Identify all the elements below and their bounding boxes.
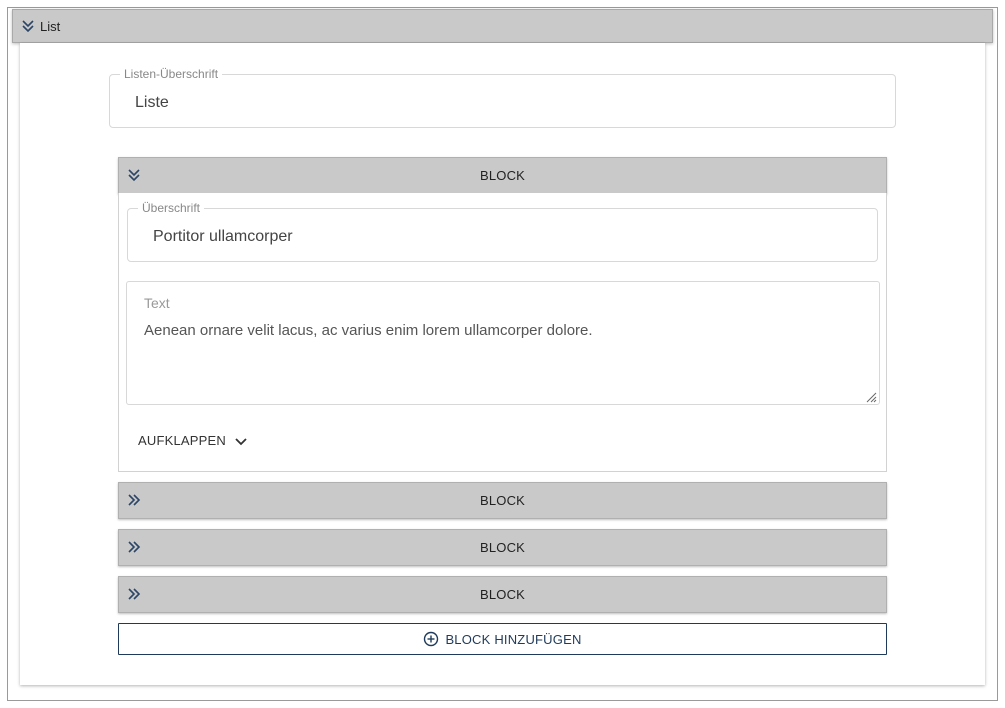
resize-handle-icon[interactable] xyxy=(865,390,877,403)
block-header-4[interactable]: BLOCK xyxy=(118,576,887,613)
block-header-label: BLOCK xyxy=(479,587,526,602)
chevron-down-icon xyxy=(234,435,248,449)
block-text-label: Text xyxy=(144,295,170,311)
block-text-input[interactable]: Aenean ornare velit lacus, ac varius eni… xyxy=(144,322,593,339)
list-heading-label: Listen-Überschrift xyxy=(124,67,219,81)
block-heading-label: Überschrift xyxy=(142,201,201,215)
block-text-field[interactable]: Text Aenean ornare velit lacus, ac variu… xyxy=(126,281,880,405)
expand-toggle-button[interactable]: AUFKLAPPEN xyxy=(138,430,248,450)
expand-toggle-label: AUFKLAPPEN xyxy=(138,432,226,448)
block-header-label: BLOCK xyxy=(479,540,526,555)
double-chevron-down-icon[interactable] xyxy=(21,19,35,33)
list-header[interactable]: List xyxy=(12,9,993,43)
list-header-title: List xyxy=(40,18,61,34)
block-header-1[interactable]: BLOCK xyxy=(118,157,887,194)
plus-circle-icon xyxy=(423,631,439,647)
double-chevron-down-icon[interactable] xyxy=(127,168,141,182)
block-header-label: BLOCK xyxy=(479,493,526,508)
list-heading-input[interactable]: Liste xyxy=(135,94,169,112)
block-heading-input[interactable]: Portitor ullamcorper xyxy=(153,228,293,246)
add-block-button[interactable]: BLOCK HINZUFÜGEN xyxy=(118,623,887,655)
block-header-2[interactable]: BLOCK xyxy=(118,482,887,519)
double-chevron-right-icon[interactable] xyxy=(127,540,141,554)
block-header-3[interactable]: BLOCK xyxy=(118,529,887,566)
double-chevron-right-icon[interactable] xyxy=(127,587,141,601)
add-block-label: BLOCK HINZUFÜGEN xyxy=(445,631,582,647)
block-header-label: BLOCK xyxy=(479,168,526,183)
double-chevron-right-icon[interactable] xyxy=(127,493,141,507)
list-heading-field[interactable]: Listen-Überschrift xyxy=(109,68,896,128)
